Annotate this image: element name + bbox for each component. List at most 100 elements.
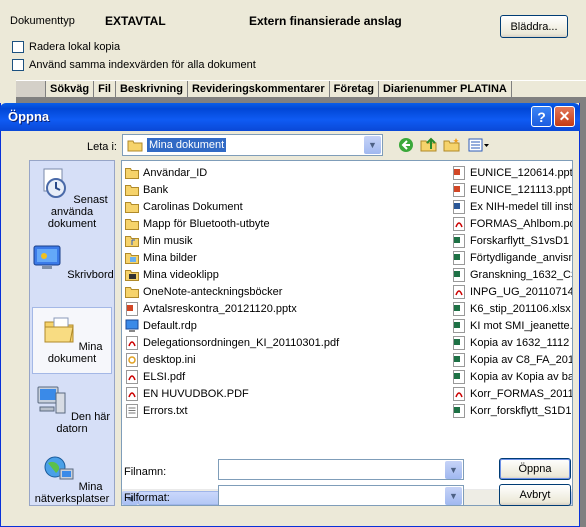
file-name: Errors.txt [143, 404, 188, 417]
file-name: Mina bilder [143, 251, 197, 264]
place-desktop[interactable]: Skrivbord [30, 241, 114, 281]
chevron-down-icon[interactable]: ▼ [445, 461, 462, 479]
excel-file-icon [452, 352, 466, 367]
close-icon: ✕ [558, 108, 571, 124]
checkbox-box[interactable] [12, 41, 24, 53]
file-name: Kopia av 1632_1112 [470, 336, 570, 349]
place-my-computer[interactable]: Den här datorn [30, 383, 114, 435]
file-list-item[interactable]: Användar_ID [125, 164, 339, 181]
file-list-item[interactable]: Min musik [125, 232, 339, 249]
file-list-item[interactable]: Forskarflytt_S1vsD1 [452, 232, 572, 249]
excel-file-icon [452, 335, 466, 350]
pdf-file-icon [452, 284, 466, 299]
column-header-file[interactable]: Fil [94, 81, 116, 97]
chevron-down-icon[interactable]: ▼ [445, 487, 462, 505]
file-list-item[interactable]: FORMAS_Ahlbom.pdf [452, 215, 572, 232]
file-list-item[interactable]: Korr_FORMAS_20110 [452, 385, 572, 402]
same-index-checkbox[interactable]: Använd samma indexvärden för alla dokume… [12, 59, 256, 71]
file-list-item[interactable]: Kopia av C8_FA_2010 [452, 351, 572, 368]
filetype-dropdown[interactable]: ▼ [218, 485, 464, 506]
file-list-item[interactable]: Bank [125, 181, 339, 198]
grid-header: Sökväg Fil Beskrivning Revideringskommen… [16, 80, 586, 97]
folder-icon [125, 183, 139, 197]
file-name: Min musik [143, 234, 193, 247]
file-list-item[interactable]: EUNICE_120614.pptx [452, 164, 572, 181]
file-list-item[interactable]: OneNote-anteckningsböcker [125, 283, 339, 300]
file-list-item[interactable]: Delegationsordningen_KI_20110301.pdf [125, 334, 339, 351]
checkbox-box[interactable] [12, 59, 24, 71]
up-folder-icon[interactable] [420, 136, 438, 154]
file-list-item[interactable]: INPG_UG_20110714. [452, 283, 572, 300]
file-list-item[interactable]: Korr_forskflytt_S1D1 [452, 402, 572, 419]
place-network-places[interactable]: Mina nätverksplatser [30, 453, 114, 505]
folder-icon [125, 166, 139, 180]
column-header-description[interactable]: Beskrivning [116, 81, 188, 97]
file-list-item[interactable]: Ex NIH-medel till inst [452, 198, 572, 215]
pptx-file-icon [452, 182, 466, 197]
file-list-item[interactable]: Default.rdp [125, 317, 339, 334]
pdf-file-icon [125, 369, 139, 384]
file-name: Förtydligande_anvisn [470, 251, 573, 264]
doctype-description: Extern finansierade anslag [249, 14, 402, 28]
file-list-item[interactable]: EN HUVUDBOK.PDF [125, 385, 339, 402]
browse-button[interactable]: Bläddra... [500, 15, 568, 38]
doctype-value: EXTAVTAL [105, 14, 166, 28]
file-list-item[interactable]: Förtydligande_anvisn [452, 249, 573, 266]
file-list-item[interactable]: K6_stip_201106.xlsx [452, 300, 572, 317]
column-header-company[interactable]: Företag [330, 81, 379, 97]
open-button[interactable]: Öppna [499, 458, 571, 480]
file-name: Forskarflytt_S1vsD1 [470, 234, 570, 247]
file-list-item[interactable]: Mapp för Bluetooth-utbyte [125, 215, 339, 232]
file-name: OneNote-anteckningsböcker [143, 285, 283, 298]
file-list-item[interactable]: Mina videoklipp [125, 266, 339, 283]
file-list-item[interactable]: Mina bilder [125, 249, 339, 266]
back-icon[interactable] [397, 136, 415, 154]
grid-header-corner [16, 81, 46, 97]
look-in-dropdown[interactable]: Mina dokument ▼ [122, 134, 383, 156]
file-list-item[interactable]: Kopia av Kopia av bat [452, 368, 573, 385]
help-button[interactable]: ? [531, 106, 552, 127]
chevron-down-icon[interactable]: ▼ [364, 136, 381, 154]
file-list-item[interactable]: desktop.ini [125, 351, 339, 368]
file-name: desktop.ini [143, 353, 196, 366]
file-list-item[interactable]: EUNICE_121113.pptx [452, 181, 573, 198]
file-name: ELSI.pdf [143, 370, 186, 383]
dialog-titlebar[interactable]: Öppna ? ✕ [0, 103, 580, 131]
file-list-item[interactable]: Kopia av 1632_1112 [452, 334, 572, 351]
look-in-label: Leta i: [87, 141, 117, 153]
column-header-path[interactable]: Sökväg [46, 81, 95, 97]
excel-file-icon [452, 250, 466, 265]
excel-file-icon [452, 369, 466, 384]
file-list-item[interactable]: ELSI.pdf [125, 368, 339, 385]
place-my-documents[interactable]: Mina dokument [32, 307, 112, 374]
pdf-file-icon [452, 386, 466, 401]
column-header-diary-number[interactable]: Diarienummer PLATINA [379, 81, 512, 97]
word-file-icon [452, 199, 466, 214]
file-list-item[interactable]: KI mot SMI_jeanette. [452, 317, 572, 334]
checkbox-label: Radera lokal kopia [29, 41, 121, 53]
file-list-item[interactable]: Avtalsreskontra_20121120.pptx [125, 300, 339, 317]
checkbox-label: Använd samma indexvärden för alla dokume… [29, 59, 256, 71]
file-name: Användar_ID [143, 166, 208, 179]
file-list-item[interactable]: Errors.txt [125, 402, 339, 419]
close-button[interactable]: ✕ [554, 106, 575, 127]
delete-local-copy-checkbox[interactable]: Radera lokal kopia [12, 41, 120, 53]
place-recent-documents[interactable]: Senast använda dokument [30, 166, 114, 230]
rdp-file-icon [125, 319, 139, 333]
file-name: EUNICE_121113.pptx [470, 183, 573, 196]
excel-file-icon [452, 233, 466, 248]
filename-input[interactable]: ▼ [218, 459, 464, 480]
file-list-item[interactable]: Granskning_1632_CS [452, 266, 572, 283]
excel-file-icon [452, 403, 466, 418]
file-name: Avtalsreskontra_20121120.pptx [143, 302, 297, 315]
view-menu-icon[interactable] [467, 136, 491, 154]
new-folder-icon[interactable] [443, 136, 461, 154]
folder-icon [125, 200, 139, 214]
look-in-value: Mina dokument [147, 138, 227, 152]
file-list[interactable]: Användar_ID Bank Carolinas Dokument Mapp fö… [121, 160, 573, 506]
column-header-revision-comments[interactable]: Revideringskommentarer [188, 81, 330, 97]
file-name: Kopia av Kopia av bat [470, 370, 573, 383]
cancel-button[interactable]: Avbryt [499, 484, 571, 506]
file-name: Default.rdp [143, 319, 197, 332]
file-list-item[interactable]: Carolinas Dokument [125, 198, 339, 215]
